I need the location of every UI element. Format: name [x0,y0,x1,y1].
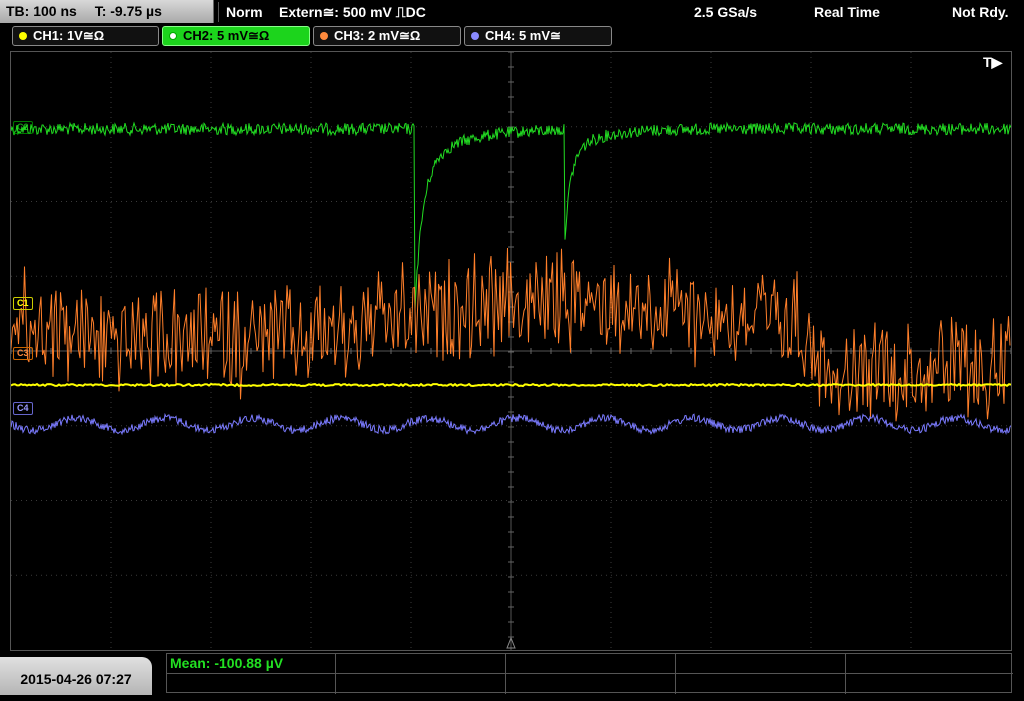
bottom-bar: 2015-04-26 07:27 Mean: -100.88 µV [0,653,1024,695]
waveform-display[interactable] [10,51,1012,651]
ch1-offset-marker[interactable]: C1 [13,297,33,310]
channel-tabs: CH1: 1V≅Ω CH2: 5 mV≅Ω CH3: 2 mV≅Ω CH4: 5… [0,26,1024,48]
measurement-row-divider [167,673,1013,674]
timebase-box[interactable]: TB: 100 ns T: -9.75 µs [0,0,214,23]
ch4-label: CH4: 5 mV≅ [485,28,561,43]
ch2-label: CH2: 5 mV≅Ω [183,28,270,43]
measurement-col-divider [335,654,336,694]
ch3-offset-marker[interactable]: C3 [13,347,33,360]
trigger-position-marker[interactable]: T▶ [983,54,1002,71]
ch3-dot-icon [320,32,328,40]
trigger-source[interactable]: Extern≅: 500 mV ⎍DC [279,0,426,24]
acquisition-mode[interactable]: Real Time [814,0,880,24]
tab-ch3[interactable]: CH3: 2 mV≅Ω [313,26,461,46]
ch4-dot-icon [471,32,479,40]
tab-ch4[interactable]: CH4: 5 mV≅ [464,26,612,46]
ch1-waveform [11,382,1011,388]
ch1-dot-icon [19,32,27,40]
sample-rate[interactable]: 2.5 GSa/s [694,0,757,24]
trigger-mode[interactable]: Norm [226,0,263,24]
ch3-label: CH3: 2 mV≅Ω [334,28,421,43]
timebase-value: TB: 100 ns [6,3,77,19]
measurement-col-divider [505,654,506,694]
tab-ch1[interactable]: CH1: 1V≅Ω [12,26,159,46]
date-time: 2015-04-26 07:27 [0,657,152,695]
measurement-table[interactable] [166,653,1013,694]
ch2-dot-icon [169,32,177,40]
measurement-col-divider [845,654,846,694]
separator [218,2,219,22]
tab-ch2[interactable]: CH2: 5 mV≅Ω [162,26,310,46]
ch2-offset-marker[interactable]: C2 [13,121,33,134]
waveform-svg [11,52,1011,650]
ch1-label: CH1: 1V≅Ω [33,28,105,43]
status-bar: TB: 100 ns T: -9.75 µs Norm Extern≅: 500… [0,0,1024,24]
trigger-time-value: T: -9.75 µs [94,3,162,19]
ch4-offset-marker[interactable]: C4 [13,402,33,415]
measurement-mean: Mean: -100.88 µV [170,655,284,671]
acquisition-state: Not Rdy. [952,4,1009,20]
measurement-col-divider [675,654,676,694]
